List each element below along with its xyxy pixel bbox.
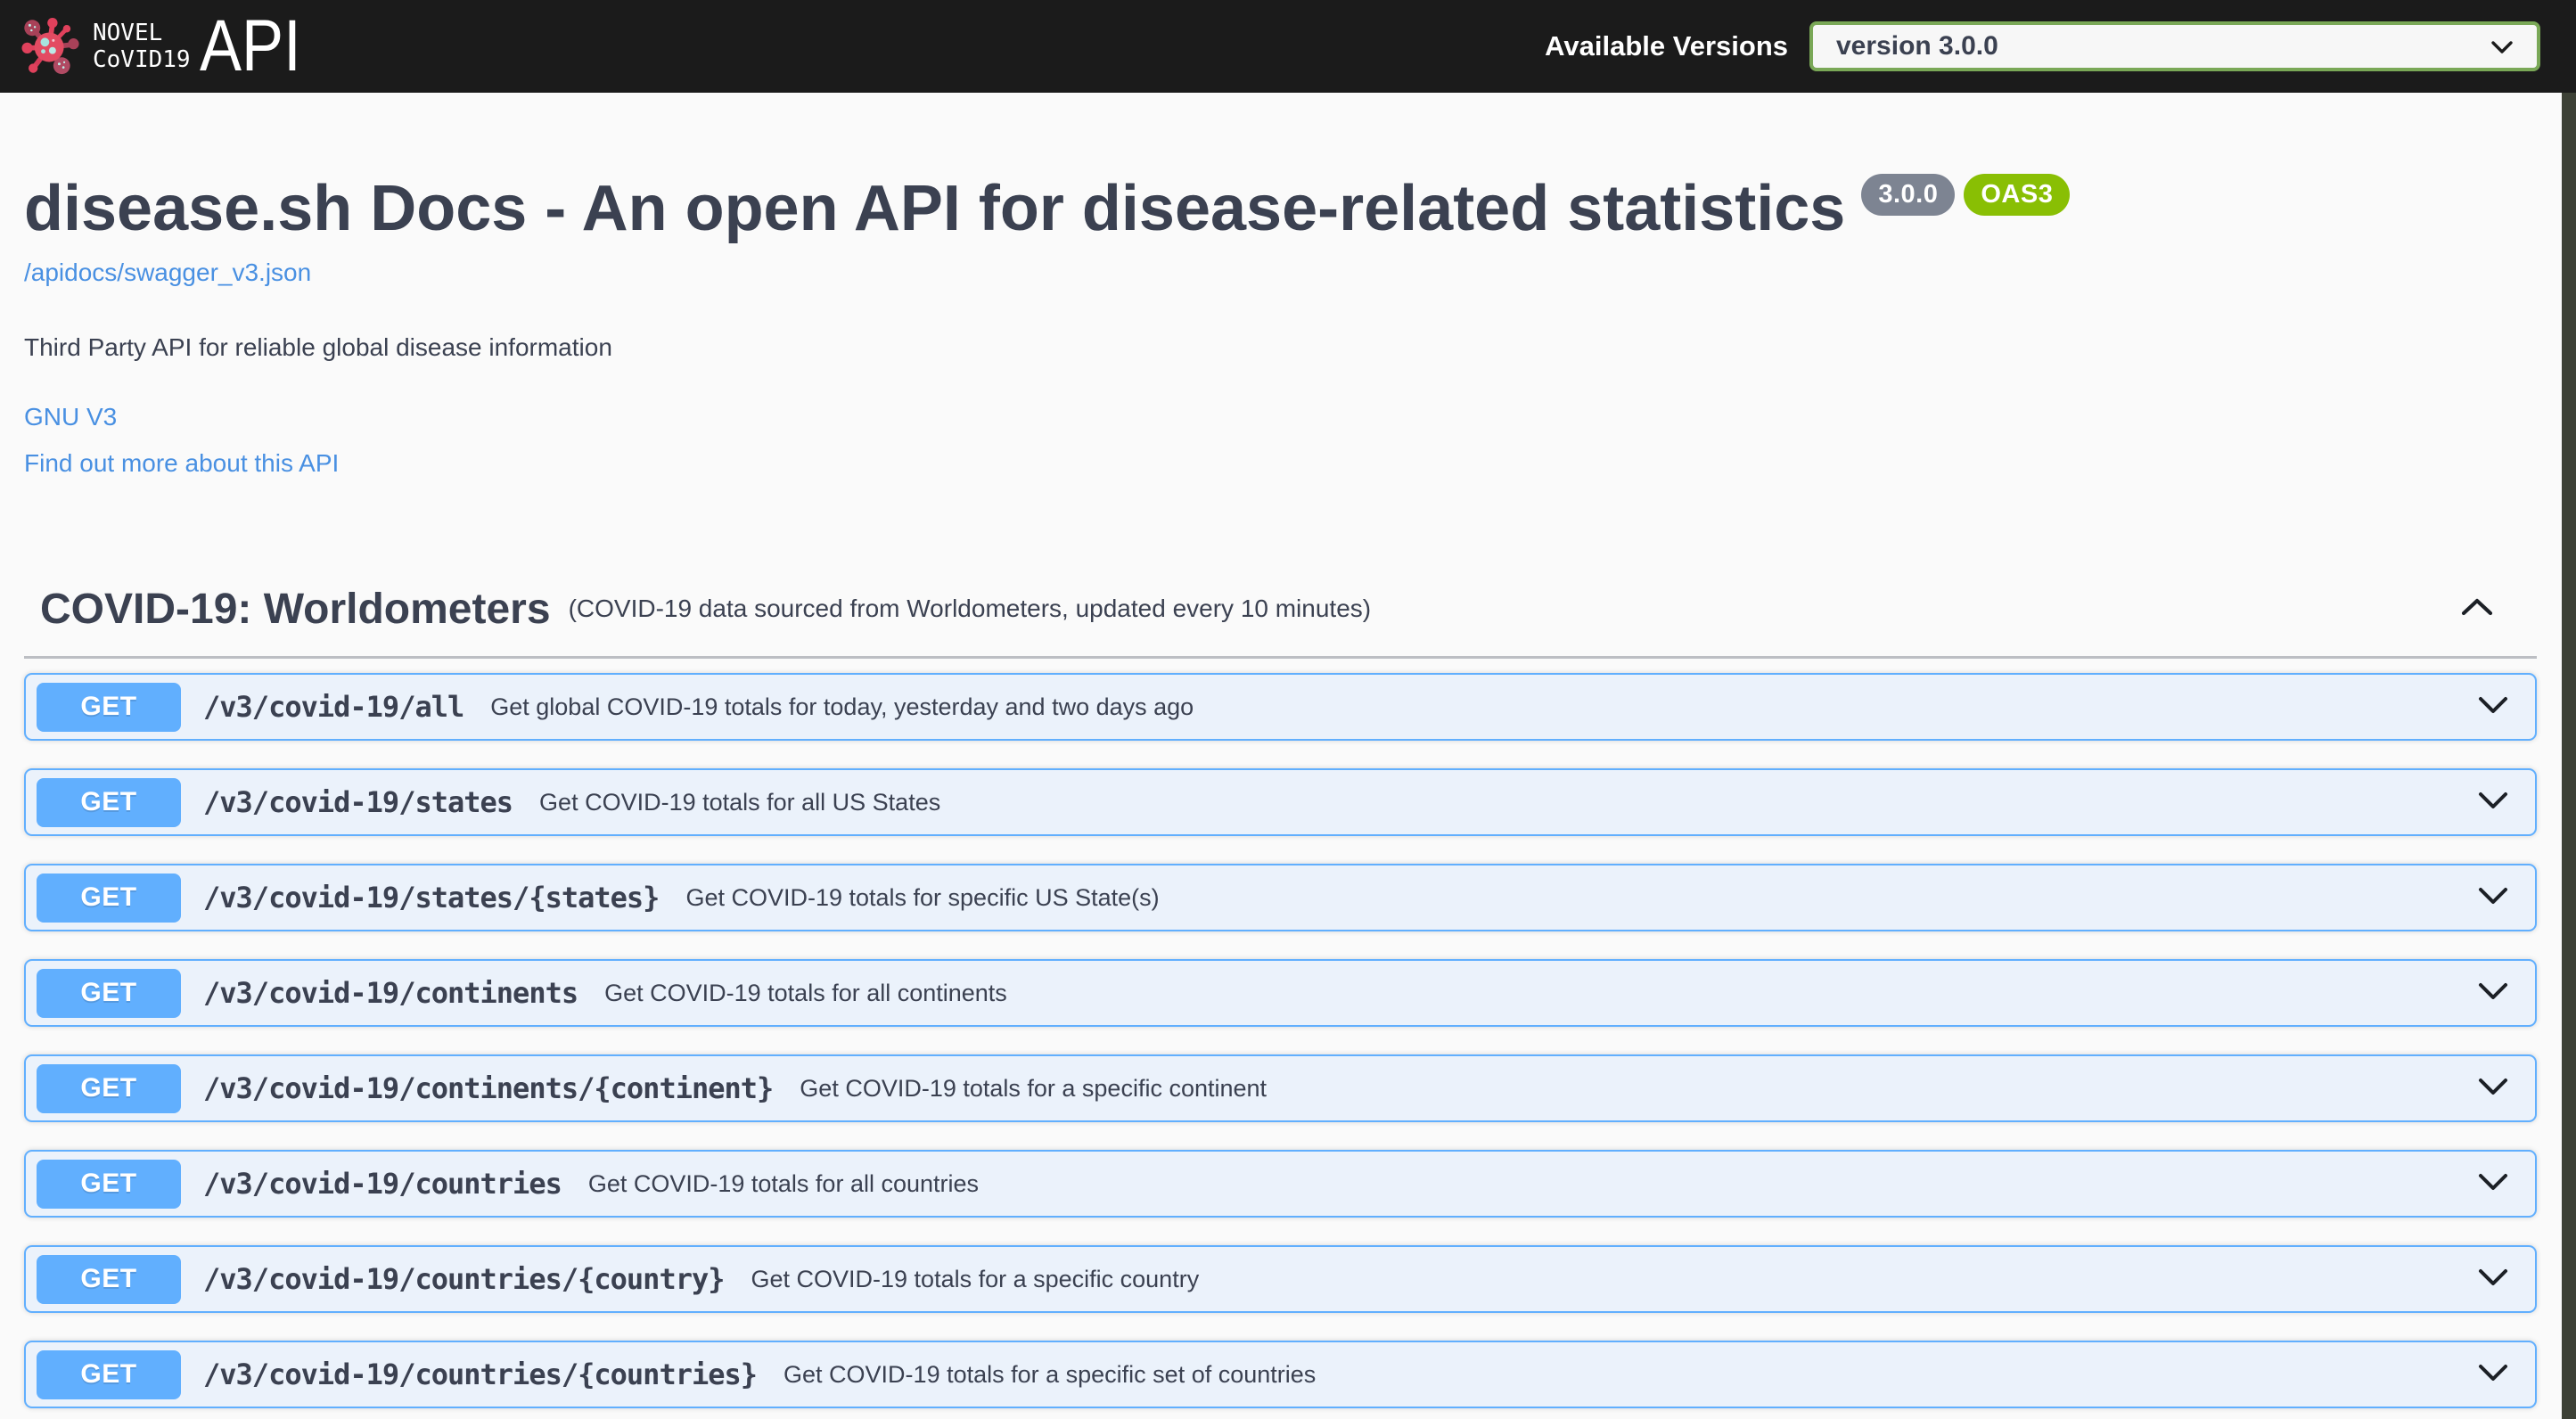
scrollbar-gutter: [2562, 0, 2576, 1419]
tag-header[interactable]: COVID-19: Worldometers (COVID-19 data so…: [24, 583, 2537, 635]
endpoint-list: GET /v3/covid-19/all Get global COVID-19…: [24, 659, 2537, 1408]
title-text: disease.sh Docs - An open API for diseas…: [24, 173, 1846, 244]
api-info: disease.sh Docs - An open API for diseas…: [24, 93, 2537, 478]
chevron-down-icon[interactable]: [2478, 982, 2508, 1005]
endpoint-summary: Get COVID-19 totals for a specific set o…: [783, 1360, 1317, 1388]
api-description: Third Party API for reliable global dise…: [24, 333, 612, 361]
get-method-badge: GET: [37, 682, 181, 732]
tag-section-worldometers: COVID-19: Worldometers (COVID-19 data so…: [24, 583, 2537, 1408]
topbar: NOVEL CoVID19 API Available Versions ver…: [0, 0, 2576, 93]
chevron-down-icon: [2490, 31, 2514, 62]
page-title: disease.sh Docs - An open API for diseas…: [24, 171, 2537, 246]
endpoint-row-continents[interactable]: GET /v3/covid-19/continents Get COVID-19…: [24, 959, 2537, 1027]
endpoint-row-countries-param[interactable]: GET /v3/covid-19/countries/{countries} G…: [24, 1341, 2537, 1408]
logo-line2: CoVID19: [93, 46, 191, 73]
endpoint-summary: Get COVID-19 totals for specific US Stat…: [685, 883, 1160, 911]
endpoint-summary: Get COVID-19 totals for all US States: [539, 788, 941, 816]
chevron-down-icon[interactable]: [2478, 1268, 2508, 1291]
available-versions-label: Available Versions: [1545, 30, 1788, 62]
endpoint-summary: Get COVID-19 totals for a specific count…: [751, 1265, 1200, 1292]
get-method-badge: GET: [37, 1349, 181, 1399]
chevron-down-icon[interactable]: [2478, 1364, 2508, 1386]
version-select-value: version 3.0.0: [1836, 31, 1998, 61]
logo-text: NOVEL CoVID19: [93, 20, 191, 73]
spec-json-link[interactable]: /apidocs/swagger_v3.json: [24, 258, 311, 287]
chevron-up-icon[interactable]: [2460, 597, 2494, 621]
oas3-badge: OAS3: [1964, 174, 2071, 217]
get-method-badge: GET: [37, 777, 181, 827]
endpoint-row-states[interactable]: GET /v3/covid-19/states Get COVID-19 tot…: [24, 768, 2537, 836]
chevron-down-icon[interactable]: [2478, 792, 2508, 814]
endpoint-row-states-param[interactable]: GET /v3/covid-19/states/{states} Get COV…: [24, 864, 2537, 931]
chevron-down-icon[interactable]: [2478, 887, 2508, 909]
tag-title: COVID-19: Worldometers: [40, 585, 551, 633]
endpoint-path: /v3/covid-19/countries/{country}: [203, 1262, 725, 1296]
endpoint-summary: Get COVID-19 totals for a specific conti…: [800, 1074, 1267, 1102]
get-method-badge: GET: [37, 873, 181, 923]
logo-api-text: API: [199, 5, 301, 86]
endpoint-path: /v3/covid-19/states/{states}: [203, 881, 660, 915]
endpoint-path: /v3/covid-19/all: [203, 690, 464, 724]
endpoint-row-country-param[interactable]: GET /v3/covid-19/countries/{country} Get…: [24, 1245, 2537, 1313]
get-method-badge: GET: [37, 1063, 181, 1113]
endpoint-path: /v3/covid-19/continents/{continent}: [203, 1071, 774, 1105]
endpoint-summary: Get COVID-19 totals for all continents: [604, 979, 1007, 1006]
chevron-down-icon[interactable]: [2478, 696, 2508, 718]
tag-subtitle: (COVID-19 data sourced from Worldometers…: [568, 595, 1372, 622]
chevron-down-icon[interactable]: [2478, 1078, 2508, 1100]
endpoint-row-continent-param[interactable]: GET /v3/covid-19/continents/{continent} …: [24, 1054, 2537, 1122]
version-badge: 3.0.0: [1861, 174, 1956, 217]
endpoint-path: /v3/covid-19/countries/{countries}: [203, 1357, 758, 1391]
get-method-badge: GET: [37, 1159, 181, 1209]
endpoint-row-all[interactable]: GET /v3/covid-19/all Get global COVID-19…: [24, 673, 2537, 741]
endpoint-path: /v3/covid-19/countries: [203, 1167, 562, 1201]
endpoint-summary: Get global COVID-19 totals for today, ye…: [490, 693, 1194, 720]
chevron-down-icon[interactable]: [2478, 1173, 2508, 1195]
endpoint-row-countries[interactable]: GET /v3/covid-19/countries Get COVID-19 …: [24, 1150, 2537, 1218]
logo-line1: NOVEL: [93, 20, 163, 46]
logo[interactable]: NOVEL CoVID19 API: [21, 10, 317, 83]
get-method-badge: GET: [37, 1254, 181, 1304]
endpoint-summary: Get COVID-19 totals for all countries: [587, 1169, 980, 1197]
endpoint-path: /v3/covid-19/continents: [203, 976, 578, 1010]
license-link[interactable]: GNU V3: [24, 403, 117, 431]
version-select[interactable]: version 3.0.0: [1809, 21, 2540, 71]
virus-icon: [21, 15, 80, 78]
more-info-link[interactable]: Find out more about this API: [24, 449, 339, 478]
get-method-badge: GET: [37, 968, 181, 1018]
endpoint-path: /v3/covid-19/states: [203, 785, 513, 819]
